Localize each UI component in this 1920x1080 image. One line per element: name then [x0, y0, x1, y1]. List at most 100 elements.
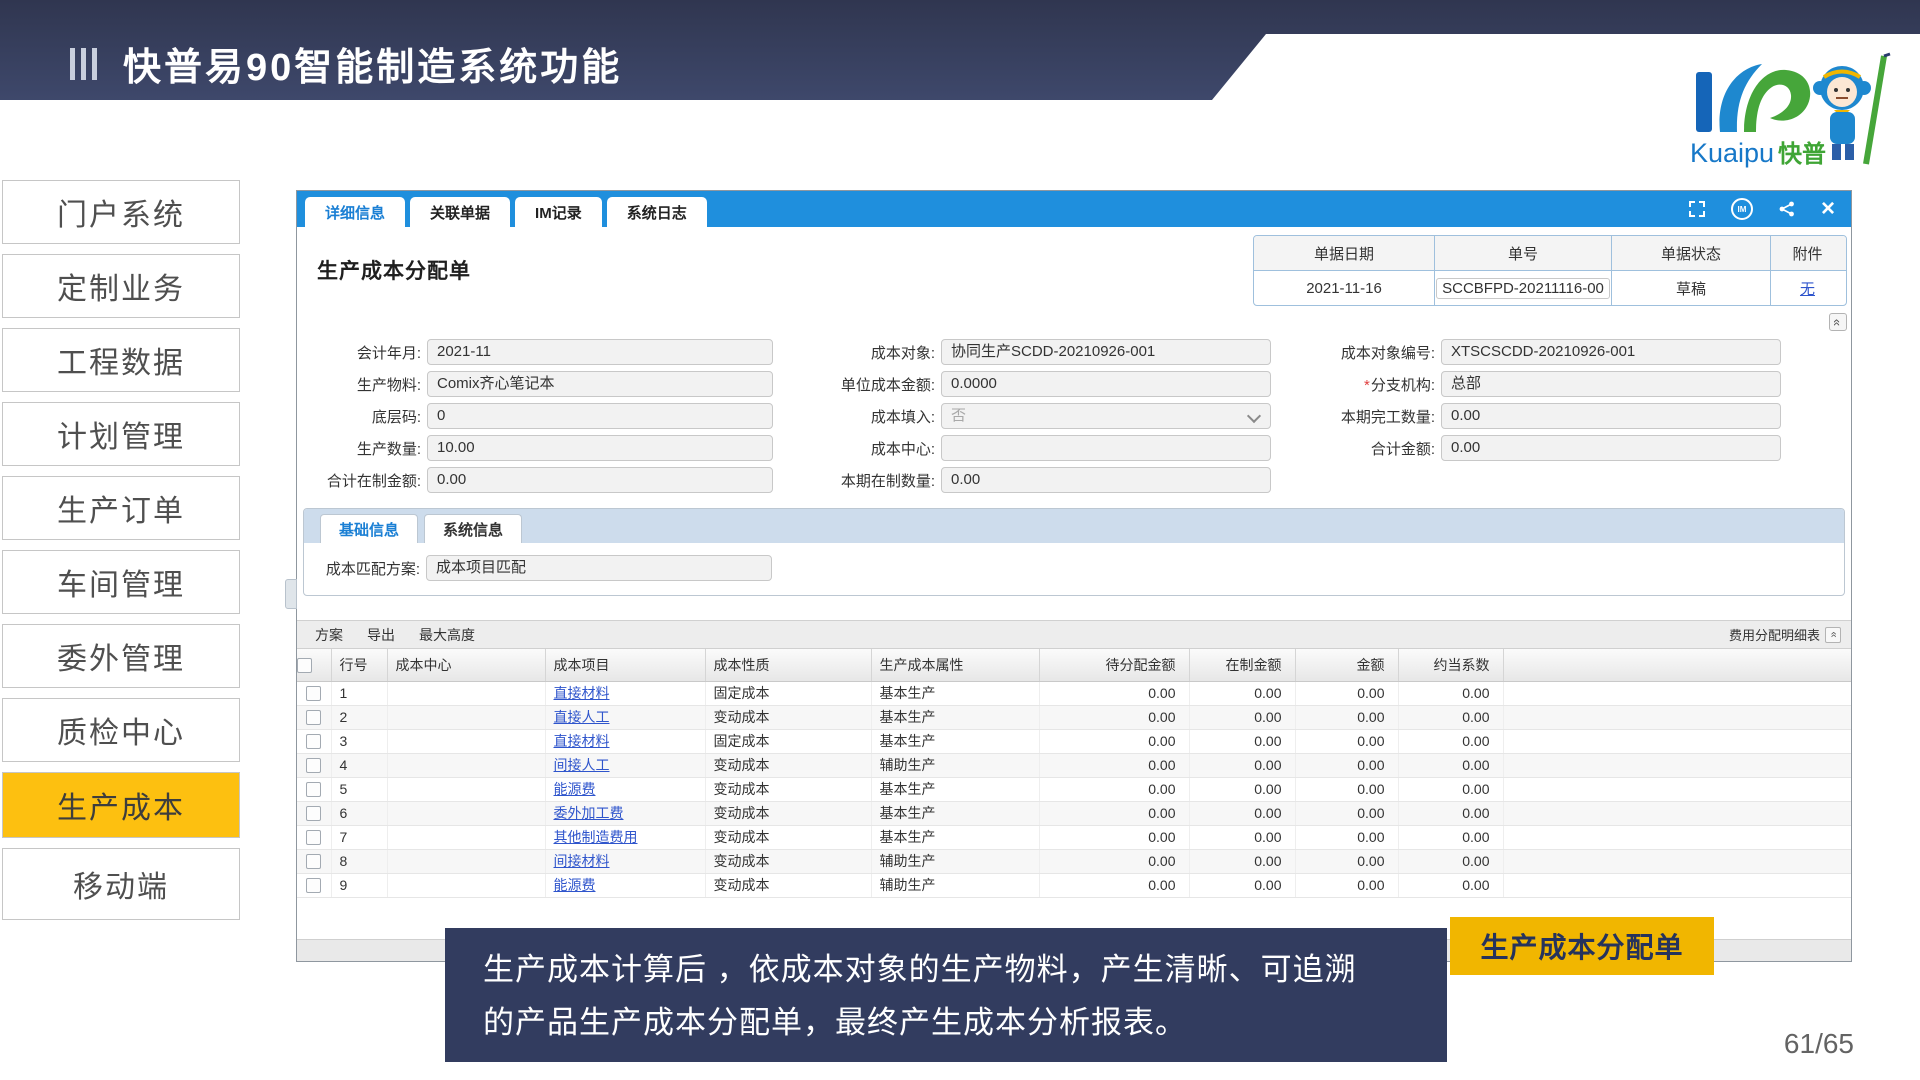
col-header-pending-amount[interactable]: 待分配金额 [1039, 649, 1189, 681]
cost-center-field[interactable] [941, 435, 1271, 461]
col-header-cost-item[interactable]: 成本项目 [545, 649, 705, 681]
row-select-cell [297, 825, 331, 849]
col-header-cost-center[interactable]: 成本中心 [387, 649, 545, 681]
cost-item-link[interactable]: 能源费 [554, 781, 596, 797]
cell-cost-item: 间接人工 [545, 753, 705, 777]
col-header-wip-amount[interactable]: 在制金额 [1189, 649, 1295, 681]
collapse-header-button[interactable]: « [1829, 313, 1847, 331]
cell-row-no: 3 [331, 729, 387, 753]
sidebar-item-plan-management[interactable]: 计划管理 [2, 402, 240, 466]
cell-cost-nature: 变动成本 [705, 849, 871, 873]
low-level-code-field[interactable]: 0 [427, 403, 773, 429]
close-icon[interactable]: × [1821, 197, 1835, 221]
panel-collapse-handle[interactable] [285, 579, 297, 609]
col-header-cost-nature[interactable]: 成本性质 [705, 649, 871, 681]
toolbar-scheme-button[interactable]: 方案 [315, 625, 343, 645]
cell-equiv-coeff: 0.00 [1398, 777, 1503, 801]
sidebar-item-production-order[interactable]: 生产订单 [2, 476, 240, 540]
col-header-amount[interactable]: 金额 [1295, 649, 1398, 681]
cost-item-link[interactable]: 间接人工 [554, 757, 610, 773]
cell-filler [1503, 873, 1851, 897]
cost-item-link[interactable]: 直接材料 [554, 685, 610, 701]
branch-label-text: 分支机构: [1371, 377, 1435, 394]
share-icon[interactable] [1779, 201, 1795, 217]
cell-wip-amount: 0.00 [1189, 729, 1295, 753]
cell-wip-amount: 0.00 [1189, 849, 1295, 873]
toolbar-max-height-button[interactable]: 最大高度 [419, 625, 475, 645]
cell-cost-nature: 变动成本 [705, 801, 871, 825]
cell-row-no: 1 [331, 681, 387, 705]
cost-item-link[interactable]: 间接材料 [554, 853, 610, 869]
field-label-cost-fill: 成本填入: [803, 406, 941, 427]
required-asterisk: * [1364, 377, 1370, 394]
cost-object-no-field[interactable]: XTSCSCDD-20210926-001 [1441, 339, 1781, 365]
cell-equiv-coeff: 0.00 [1398, 873, 1503, 897]
sidebar-item-custom-business[interactable]: 定制业务 [2, 254, 240, 318]
table-row: 4 间接人工 变动成本 辅助生产 0.00 0.00 0.00 0.00 [297, 753, 1851, 777]
cost-object-field[interactable]: 协同生产SCDD-20210926-001 [941, 339, 1271, 365]
cost-item-link[interactable]: 其他制造费用 [554, 829, 638, 845]
fiscal-period-field[interactable]: 2021-11 [427, 339, 773, 365]
branch-field[interactable]: 总部 [1441, 371, 1781, 397]
grid-collapse-button[interactable]: « [1825, 627, 1841, 643]
tab-detail-info[interactable]: 详细信息 [305, 197, 405, 227]
col-header-row-no[interactable]: 行号 [331, 649, 387, 681]
row-checkbox[interactable] [306, 734, 321, 749]
field-label-period-wip-qty: 本期在制数量: [803, 470, 941, 491]
sidebar-item-mobile[interactable]: 移动端 [2, 848, 240, 920]
cost-item-link[interactable]: 直接材料 [554, 733, 610, 749]
doc-no-box: SCCBFPD-20211116-00 [1436, 278, 1610, 299]
col-header-equiv-coeff[interactable]: 约当系数 [1398, 649, 1503, 681]
cost-item-link[interactable]: 委外加工费 [554, 805, 624, 821]
select-all-checkbox[interactable] [297, 658, 312, 673]
sidebar-item-outsourcing[interactable]: 委外管理 [2, 624, 240, 688]
info-value-date: 2021-11-16 [1254, 271, 1435, 305]
toolbar-export-button[interactable]: 导出 [367, 625, 395, 645]
cost-match-scheme-field[interactable]: 成本项目匹配 [426, 555, 772, 581]
row-checkbox[interactable] [306, 878, 321, 893]
sidebar-item-quality-center[interactable]: 质检中心 [2, 698, 240, 762]
row-checkbox[interactable] [306, 806, 321, 821]
slide-title: 快普易90智能制造系统功能 [123, 36, 622, 91]
row-checkbox[interactable] [306, 758, 321, 773]
sidebar-item-portal[interactable]: 门户系统 [2, 180, 240, 244]
col-header-prod-attr[interactable]: 生产成本属性 [871, 649, 1039, 681]
prod-qty-field[interactable]: 10.00 [427, 435, 773, 461]
sidebar-item-label: 计划管理 [57, 412, 185, 456]
tab-system-log[interactable]: 系统日志 [607, 197, 707, 227]
table-row: 8 间接材料 变动成本 辅助生产 0.00 0.00 0.00 0.00 [297, 849, 1851, 873]
unit-cost-field[interactable]: 0.0000 [941, 371, 1271, 397]
cell-pending-amount: 0.00 [1039, 729, 1189, 753]
row-checkbox[interactable] [306, 854, 321, 869]
sidebar-item-production-cost[interactable]: 生产成本 [2, 772, 240, 838]
period-wip-qty-field[interactable]: 0.00 [941, 467, 1271, 493]
tab-related-documents[interactable]: 关联单据 [410, 197, 510, 227]
row-checkbox[interactable] [306, 830, 321, 845]
subtab-basic-info[interactable]: 基础信息 [320, 514, 418, 543]
cell-amount: 0.00 [1295, 777, 1398, 801]
total-wip-amount-field[interactable]: 0.00 [427, 467, 773, 493]
cost-item-link[interactable]: 能源费 [554, 877, 596, 893]
total-amount-field[interactable]: 0.00 [1441, 435, 1781, 461]
sidebar-item-workshop[interactable]: 车间管理 [2, 550, 240, 614]
field-label-total-amount: 合计金额: [1293, 438, 1441, 459]
cell-prod-attr: 辅助生产 [871, 873, 1039, 897]
slide-caption: 生产成本计算后 ，依成本对象的生产物料，产生清晰、可追溯 的产品生产成本分配单，… [445, 928, 1447, 1062]
im-icon[interactable]: IM [1731, 198, 1753, 220]
material-field[interactable]: Comix齐心笔记本 [427, 371, 773, 397]
sidebar-item-engineering-data[interactable]: 工程数据 [2, 328, 240, 392]
fullscreen-icon[interactable] [1689, 201, 1705, 217]
cell-prod-attr: 基本生产 [871, 681, 1039, 705]
completed-qty-field[interactable]: 0.00 [1441, 403, 1781, 429]
subtab-system-info[interactable]: 系统信息 [424, 514, 522, 543]
cost-fill-select[interactable]: 否 [941, 403, 1271, 429]
header-filler [1503, 649, 1851, 681]
cell-prod-attr: 基本生产 [871, 729, 1039, 753]
cost-item-link[interactable]: 直接人工 [554, 709, 610, 725]
row-checkbox[interactable] [306, 686, 321, 701]
table-header-row: 行号 成本中心 成本项目 成本性质 生产成本属性 待分配金额 在制金额 金额 约… [297, 649, 1851, 681]
row-checkbox[interactable] [306, 782, 321, 797]
row-checkbox[interactable] [306, 710, 321, 725]
attachment-link[interactable]: 无 [1800, 278, 1815, 299]
tab-im-records[interactable]: IM记录 [515, 197, 602, 227]
